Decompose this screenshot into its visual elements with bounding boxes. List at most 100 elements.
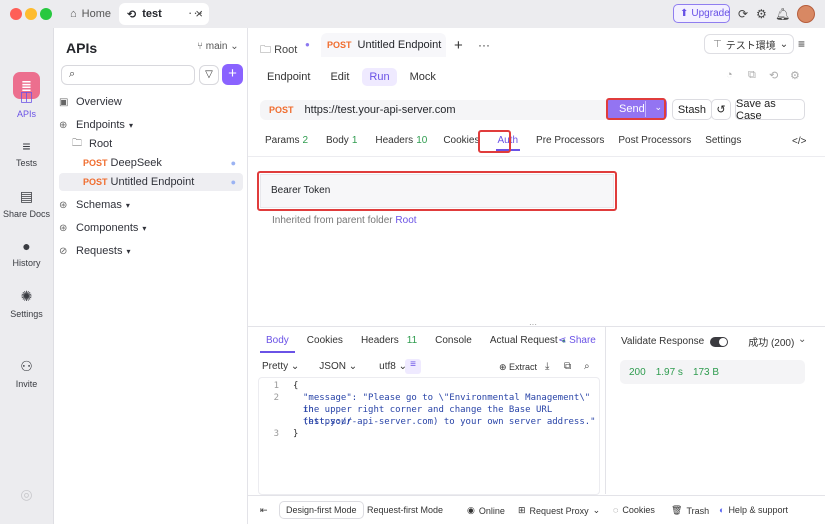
share-response-button[interactable]: ⋖ Share — [558, 335, 596, 346]
requests-icon: ⊘ — [59, 245, 68, 257]
upgrade-button[interactable]: ⬆ Upgrade — [673, 4, 730, 23]
close-window-button[interactable] — [10, 8, 22, 20]
filter-icon: ▽ — [205, 69, 213, 80]
stash-button[interactable]: Stash — [672, 99, 712, 120]
root-link[interactable]: Root — [395, 215, 416, 226]
caret-down-icon: ▾ — [126, 246, 131, 256]
caret-down-icon: ▾ — [125, 200, 130, 210]
reset-icon[interactable]: ↺ — [711, 99, 731, 120]
copy-icon[interactable]: ⧉ — [748, 69, 756, 82]
environment-selector[interactable]: ⊤ テスト環境 ⌄ — [704, 34, 794, 54]
code-icon[interactable]: </> — [792, 136, 806, 147]
auth-highlight — [478, 130, 511, 153]
design-first-mode-button[interactable]: Design-first Mode — [279, 501, 364, 519]
chevron-down-icon[interactable]: ⌄ — [798, 334, 806, 345]
tab-settings[interactable]: Settings — [700, 135, 746, 150]
tab-post-processors[interactable]: Post Processors — [613, 135, 696, 150]
online-status[interactable]: ◉ Online — [467, 505, 505, 516]
validate-toggle[interactable] — [710, 336, 729, 347]
folder-icon: 🗀︎ — [260, 44, 275, 56]
sidebar-item-endpoints[interactable]: ⊕ Endpoints ▾ — [59, 116, 243, 134]
filter-button[interactable]: ▽ — [199, 65, 219, 85]
tab-run[interactable]: Run — [362, 68, 397, 86]
overview-icon: ▣ — [59, 96, 69, 108]
status-select[interactable]: 成功 (200) — [748, 334, 794, 349]
sync-icon[interactable]: ⟳ — [738, 7, 748, 21]
branch-selector[interactable]: ⑂ main ⌄ — [197, 41, 239, 52]
rail-item-apis[interactable]: ◫ APIs — [0, 88, 53, 119]
menu-icon[interactable]: ≡ — [798, 37, 805, 51]
apidog-watermark-logo: ◎ — [0, 486, 53, 507]
settings-icon[interactable]: ⚙ — [790, 69, 800, 82]
tab-more-button[interactable]: ··· — [478, 38, 490, 52]
tab-endpoint[interactable]: Endpoint — [260, 68, 317, 86]
avatar[interactable] — [797, 5, 815, 23]
lang-select[interactable]: JSON ⌄ — [319, 361, 357, 372]
share-icon[interactable]: ⟲ — [769, 69, 778, 82]
maximize-window-button[interactable] — [40, 8, 52, 20]
tab-pre-processors[interactable]: Pre Processors — [531, 135, 609, 150]
format-select[interactable]: Pretty ⌄ — [262, 361, 299, 372]
add-button[interactable]: + — [222, 64, 243, 85]
more-tabs-button[interactable]: ··· — [188, 5, 204, 20]
search-icon[interactable]: ⌕ — [584, 361, 590, 372]
sidebar-search-input[interactable]: ⌕ — [61, 65, 195, 85]
schemas-icon: ⊛ — [59, 199, 68, 211]
tab-response-cookies[interactable]: Cookies — [301, 335, 349, 353]
wrap-icon[interactable]: ≡ — [405, 359, 421, 374]
sidebar-item-requests[interactable]: ⊘ Requests ▾ — [59, 242, 243, 260]
rail-item-history[interactable]: ● History — [0, 238, 53, 268]
gear-icon[interactable]: ⚙ — [756, 7, 767, 21]
sidebar-title: APIs — [66, 40, 98, 56]
tab-home[interactable]: ⌂ Home — [62, 4, 116, 24]
endpoint-untitled[interactable]: POST Untitled Endpoint ● — [59, 173, 243, 191]
caret-down-icon: ▾ — [128, 120, 133, 130]
share-icon: ⋖ — [558, 335, 570, 346]
bell-icon[interactable]: 🔔︎ — [775, 7, 790, 21]
tab-console[interactable]: Console — [429, 335, 478, 353]
encoding-select[interactable]: utf8 ⌄ — [379, 361, 407, 372]
history-icon: ● — [22, 238, 31, 254]
tab-root[interactable]: 🗀︎ Root — [260, 41, 297, 60]
drag-handle[interactable]: ··· — [529, 320, 537, 329]
sidebar-item-overview[interactable]: ▣ Overview — [59, 93, 243, 111]
chevron-down-icon: ⌄ — [592, 505, 601, 515]
help-support-button[interactable]: ◐ Help & support — [719, 505, 788, 515]
cookies-button[interactable]: ◌ Cookies — [613, 505, 655, 515]
rail-item-tests[interactable]: ≡ Tests — [0, 138, 53, 168]
bearer-highlight — [257, 171, 617, 211]
tab-headers[interactable]: Headers 10 — [370, 135, 432, 150]
response-tabs: Body Cookies Headers 11 Console Actual Re… — [260, 335, 572, 353]
endpoint-deepseek[interactable]: POST DeepSeek ● — [83, 154, 243, 172]
rail-item-share-docs[interactable]: ▤ Share Docs — [0, 188, 53, 219]
rail-item-settings[interactable]: ✺ Settings — [0, 288, 53, 319]
sidebar-item-components[interactable]: ⊛ Components ▾ — [59, 219, 243, 237]
request-first-mode-button[interactable]: Request-first Mode — [361, 501, 449, 519]
tab-response-body[interactable]: Body — [260, 335, 295, 353]
new-tab-button[interactable]: + — [454, 37, 463, 54]
tests-icon: ≡ — [22, 138, 31, 154]
url-input[interactable]: POST https://test.your-api-server.com — [260, 100, 610, 120]
extract-button[interactable]: ⊕ Extract — [499, 362, 537, 373]
minimize-window-button[interactable] — [25, 8, 37, 20]
tab-untitled-endpoint[interactable]: POST Untitled Endpoint — [321, 33, 446, 57]
request-proxy-select[interactable]: ⊞ Request Proxy ⌄ — [518, 505, 600, 516]
tab-params[interactable]: Params 2 — [260, 135, 313, 150]
download-icon[interactable]: ⤓ — [545, 361, 549, 372]
rail-item-invite[interactable]: ⚇ Invite — [0, 358, 53, 389]
api-icon: ◫ — [19, 88, 34, 104]
folder-root[interactable]: 🗀︎ Root — [72, 135, 256, 153]
collapse-sidebar-icon[interactable]: ⇤ — [260, 505, 268, 516]
code-gen-icon[interactable]: ◔ — [726, 69, 733, 81]
tab-response-headers[interactable]: Headers 11 — [355, 335, 423, 353]
copy-icon[interactable]: ⧉ — [564, 361, 571, 372]
tab-body[interactable]: Body 1 — [321, 135, 362, 150]
response-body-editor[interactable]: 1{ 2 "message": "Please go to \"Environme… — [258, 377, 600, 495]
env-icon: ⊤ — [713, 38, 722, 50]
tab-edit[interactable]: Edit — [323, 68, 356, 86]
trash-button[interactable]: 🗑︎ Trash — [671, 505, 709, 516]
sidebar-item-schemas[interactable]: ⊛ Schemas ▾ — [59, 196, 243, 214]
save-as-case-button[interactable]: Save as Case — [735, 98, 805, 122]
components-icon: ⊛ — [59, 222, 68, 234]
tab-mock[interactable]: Mock — [403, 68, 443, 86]
